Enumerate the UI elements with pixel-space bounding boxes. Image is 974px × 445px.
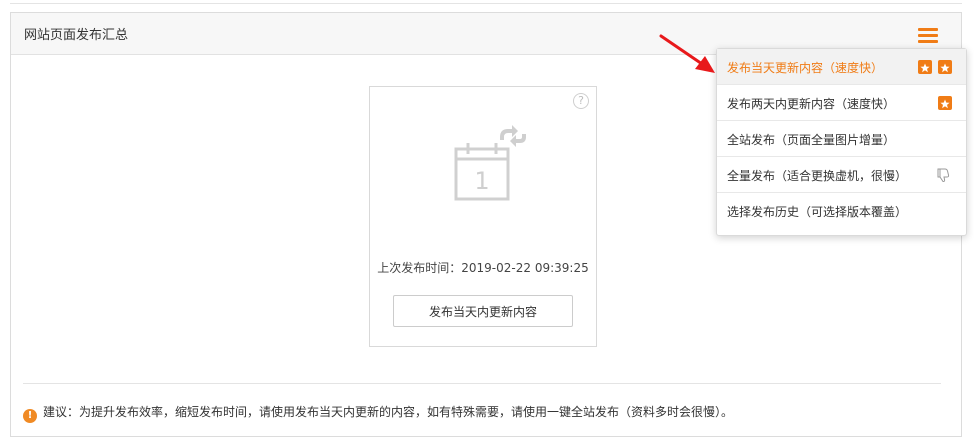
menu-item-label: 全量发布（适合更换虚机，很慢） [727, 169, 908, 183]
last-publish-time: 上次发布时间：2019-02-22 09:39:25 [377, 261, 589, 275]
menu-item-label: 选择发布历史（可选择版本覆盖） [727, 205, 908, 219]
menu-item-label: 发布两天内更新内容（速度快） [727, 97, 896, 111]
top-divider [10, 3, 962, 4]
star-badge-icon [938, 96, 952, 110]
publish-options-menu: 发布当天更新内容（速度快） 发布两天内更新内容（速度快） 全站发布（页面全量图片… [716, 48, 967, 236]
calendar-day: 1 [474, 167, 489, 195]
menu-item-full-site-publish[interactable]: 全站发布（页面全量图片增量） [717, 121, 966, 157]
publish-today-button[interactable]: 发布当天内更新内容 [393, 295, 573, 327]
menu-item-publish-two-days[interactable]: 发布两天内更新内容（速度快） [717, 85, 966, 121]
menu-item-publish-today[interactable]: 发布当天更新内容（速度快） [717, 49, 966, 85]
menu-item-publish-history[interactable]: 选择发布历史（可选择版本覆盖） [717, 193, 966, 229]
panel-title: 网站页面发布汇总 [24, 28, 129, 43]
calendar-refresh-icon: 1 [454, 125, 526, 201]
menu-item-full-publish[interactable]: 全量发布（适合更换虚机，很慢） [717, 157, 966, 193]
publish-card: ? 1 上次发布时间：2019-02-22 09:39:25 发布当天内更新内容 [369, 86, 597, 347]
star-badge-icon [918, 60, 932, 74]
hamburger-menu-icon[interactable] [918, 28, 938, 44]
menu-item-label: 发布当天更新内容（速度快） [727, 61, 884, 75]
star-badge-icon [938, 60, 952, 74]
advice-message: ! 建议：为提升发布效率，缩短发布时间，请使用发布当天内更新的内容，如有特殊需要，… [23, 403, 943, 423]
footer-divider [23, 383, 941, 384]
menu-item-label: 全站发布（页面全量图片增量） [727, 133, 896, 147]
thumbs-down-icon [937, 168, 950, 182]
help-icon[interactable]: ? [573, 93, 589, 109]
warning-icon: ! [23, 409, 37, 423]
advice-text: 建议：为提升发布效率，缩短发布时间，请使用发布当天内更新的内容，如有特殊需要，请… [43, 405, 734, 419]
